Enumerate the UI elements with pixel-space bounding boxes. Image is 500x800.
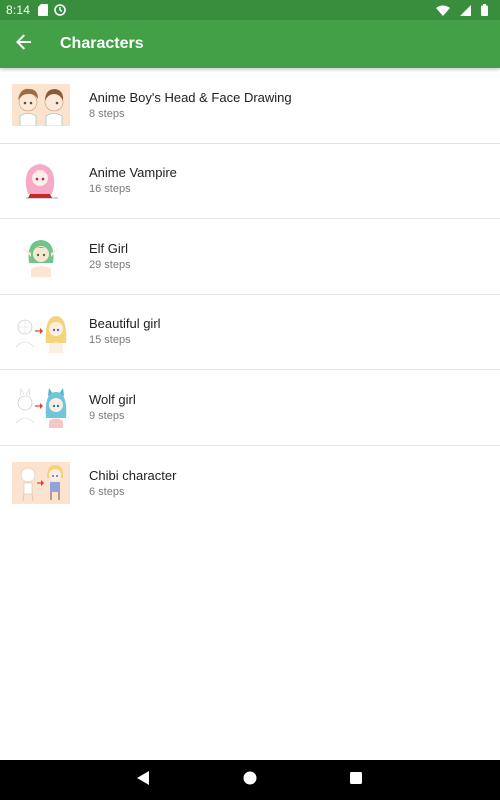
home-circle-icon (243, 771, 257, 790)
item-title: Chibi character (89, 467, 177, 483)
app-bar: Characters (0, 20, 500, 68)
item-title: Beautiful girl (89, 316, 161, 332)
list-item[interactable]: Anime Vampire 16 steps (0, 144, 500, 219)
beautiful-girl-thumbnail (12, 310, 70, 353)
chibi-character-thumbnail (12, 462, 70, 505)
recents-square-icon (350, 771, 362, 789)
item-title: Anime Boy's Head & Face Drawing (89, 89, 292, 105)
list-item[interactable]: Anime Boy's Head & Face Drawing 8 steps (0, 68, 500, 144)
anime-boy-thumbnail (12, 84, 70, 127)
item-steps: 15 steps (89, 334, 131, 347)
item-title: Elf Girl (89, 240, 128, 256)
cell-signal-icon (460, 4, 471, 16)
status-right-icons (436, 4, 494, 16)
arrow-back-icon (16, 33, 32, 55)
anime-vampire-thumbnail (12, 159, 70, 202)
sync-icon (54, 4, 66, 16)
back-button[interactable] (0, 20, 48, 68)
elf-girl-thumbnail (12, 235, 70, 278)
list-item[interactable]: Wolf girl 9 steps (0, 370, 500, 446)
status-bar: 8:14 (0, 0, 500, 20)
battery-icon (481, 4, 488, 16)
status-time: 8:14 (6, 3, 31, 17)
sd-card-icon (38, 4, 49, 16)
list-item[interactable]: Chibi character 6 steps (0, 446, 500, 522)
nav-recents-button[interactable] (303, 760, 409, 800)
list-item[interactable]: Elf Girl 29 steps (0, 219, 500, 295)
item-steps: 16 steps (89, 183, 131, 196)
wolf-girl-thumbnail (12, 386, 70, 429)
nav-home-button[interactable] (197, 760, 303, 800)
nav-back-button[interactable] (91, 760, 197, 800)
wifi-icon (436, 5, 450, 16)
page-title: Characters (60, 35, 144, 52)
item-steps: 9 steps (89, 409, 125, 422)
item-steps: 29 steps (89, 258, 131, 271)
back-triangle-icon (137, 770, 151, 790)
characters-list: Anime Boy's Head & Face Drawing 8 steps … (0, 68, 500, 521)
system-nav-bar (0, 760, 500, 800)
item-title: Wolf girl (89, 391, 136, 407)
item-title: Anime Vampire (89, 165, 177, 181)
item-steps: 8 steps (89, 107, 125, 120)
item-steps: 6 steps (89, 485, 125, 498)
list-item[interactable]: Beautiful girl 15 steps (0, 295, 500, 370)
